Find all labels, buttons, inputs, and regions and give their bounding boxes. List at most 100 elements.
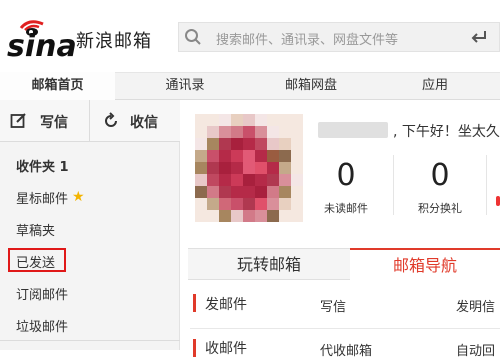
- compose-icon: [10, 113, 26, 128]
- brand-name: 新浪邮箱: [76, 31, 152, 52]
- avatar-pixel: [243, 186, 255, 198]
- avatar-pixel: [279, 150, 291, 162]
- avatar-pixel: [267, 114, 279, 126]
- tab-apps[interactable]: 应用: [380, 72, 490, 100]
- avatar-pixel: [267, 174, 279, 186]
- avatar-pixel: [219, 186, 231, 198]
- avatar-pixel: [219, 198, 231, 210]
- search-icon[interactable]: [184, 28, 202, 46]
- avatar-pixel: [267, 150, 279, 162]
- avatar-pixel: [279, 138, 291, 150]
- tab-netdisk[interactable]: 邮箱网盘: [256, 72, 366, 100]
- sidebar-divider: [0, 340, 180, 341]
- sidebar-item-inbox[interactable]: 收件夹 1: [16, 156, 69, 175]
- logo-wordmark: sina: [7, 29, 77, 60]
- points-count[interactable]: 0: [412, 158, 468, 193]
- avatar-pixel: [207, 162, 219, 174]
- avatar-pixel: [207, 150, 219, 162]
- avatar-pixel: [207, 210, 219, 222]
- avatar-pixel: [207, 186, 219, 198]
- avatar-pixel: [207, 126, 219, 138]
- avatar-pixel: [243, 126, 255, 138]
- avatar-pixel: [231, 198, 243, 210]
- receive-button[interactable]: 收信: [90, 100, 180, 142]
- avatar-pixel: [291, 198, 303, 210]
- avatar-pixel: [255, 138, 267, 150]
- avatar-pixel: [195, 210, 207, 222]
- greeting-text: , 下午好！坐太久: [393, 124, 500, 140]
- avatar-pixel: [243, 162, 255, 174]
- avatar[interactable]: [195, 112, 303, 224]
- sidebar-item-sent[interactable]: 已发送: [16, 252, 55, 271]
- avatar-pixel: [255, 162, 267, 174]
- avatar-pixel: [231, 126, 243, 138]
- avatar-pixel: [219, 162, 231, 174]
- avatar-pixel: [231, 114, 243, 126]
- tab-mail-home[interactable]: 邮箱首页: [0, 72, 115, 100]
- avatar-pixel: [219, 174, 231, 186]
- unread-label: 未读邮件: [324, 202, 368, 215]
- avatar-pixel: [207, 114, 219, 126]
- avatar-pixel: [255, 114, 267, 126]
- avatar-pixel: [231, 210, 243, 222]
- avatar-pixel: [231, 174, 243, 186]
- search-input[interactable]: 搜索邮件、通讯录、网盘文件等: [216, 29, 398, 48]
- avatar-pixel: [207, 198, 219, 210]
- avatar-pixel: [279, 198, 291, 210]
- avatar-pixel: [291, 150, 303, 162]
- avatar-pixel: [279, 126, 291, 138]
- row-receive-mail-title: 收邮件: [205, 341, 247, 357]
- tab-contacts[interactable]: 通讯录: [130, 72, 240, 100]
- avatar-pixel: [267, 198, 279, 210]
- avatar-pixel: [207, 138, 219, 150]
- avatar-pixel: [231, 138, 243, 150]
- avatar-pixel: [219, 114, 231, 126]
- tab-explore-mail[interactable]: 玩转邮箱: [188, 248, 350, 280]
- avatar-pixel: [279, 210, 291, 222]
- tab-mail-navigation[interactable]: 邮箱导航: [350, 248, 500, 280]
- avatar-pixel: [219, 210, 231, 222]
- avatar-pixel: [255, 126, 267, 138]
- refresh-icon: [105, 112, 117, 127]
- sidebar-item-starred[interactable]: 星标邮件: [16, 188, 68, 207]
- stat-divider: [486, 155, 487, 215]
- compose-button[interactable]: 写信: [0, 100, 90, 142]
- notification-dot: [496, 196, 500, 206]
- blurred-username: [318, 122, 388, 138]
- sidebar-item-drafts[interactable]: 草稿夹: [16, 220, 55, 239]
- avatar-pixel: [291, 126, 303, 138]
- avatar-pixel: [195, 174, 207, 186]
- avatar-pixel: [267, 126, 279, 138]
- points-label: 积分换礼: [418, 202, 462, 215]
- sidebar-item-spam[interactable]: 垃圾邮件: [16, 316, 68, 335]
- row-marker: [193, 294, 196, 312]
- avatar-pixel: [267, 186, 279, 198]
- stat-divider: [393, 155, 394, 215]
- avatar-pixel: [267, 210, 279, 222]
- sidebar-item-subscriptions[interactable]: 订阅邮件: [16, 284, 68, 303]
- avatar-pixel: [195, 114, 207, 126]
- write-letter-link[interactable]: 写信: [320, 296, 346, 315]
- avatar-pixel: [219, 138, 231, 150]
- unread-count[interactable]: 0: [318, 158, 374, 193]
- avatar-pixel: [195, 150, 207, 162]
- avatar-pixel: [195, 162, 207, 174]
- avatar-pixel: [255, 198, 267, 210]
- send-postcard-link[interactable]: 发明信: [456, 296, 495, 315]
- avatar-pixel: [291, 174, 303, 186]
- avatar-pixel: [279, 114, 291, 126]
- avatar-pixel: [207, 174, 219, 186]
- avatar-pixel: [279, 186, 291, 198]
- row-separator: [190, 328, 500, 329]
- avatar-pixel: [279, 174, 291, 186]
- avatar-pixel: [195, 186, 207, 198]
- avatar-pixel: [267, 162, 279, 174]
- avatar-pixel: [195, 126, 207, 138]
- enter-icon[interactable]: [470, 29, 488, 45]
- avatar-pixel: [291, 162, 303, 174]
- avatar-pixel: [243, 174, 255, 186]
- avatar-pixel: [267, 138, 279, 150]
- avatar-pixel: [243, 114, 255, 126]
- avatar-pixel: [243, 210, 255, 222]
- avatar-pixel: [291, 210, 303, 222]
